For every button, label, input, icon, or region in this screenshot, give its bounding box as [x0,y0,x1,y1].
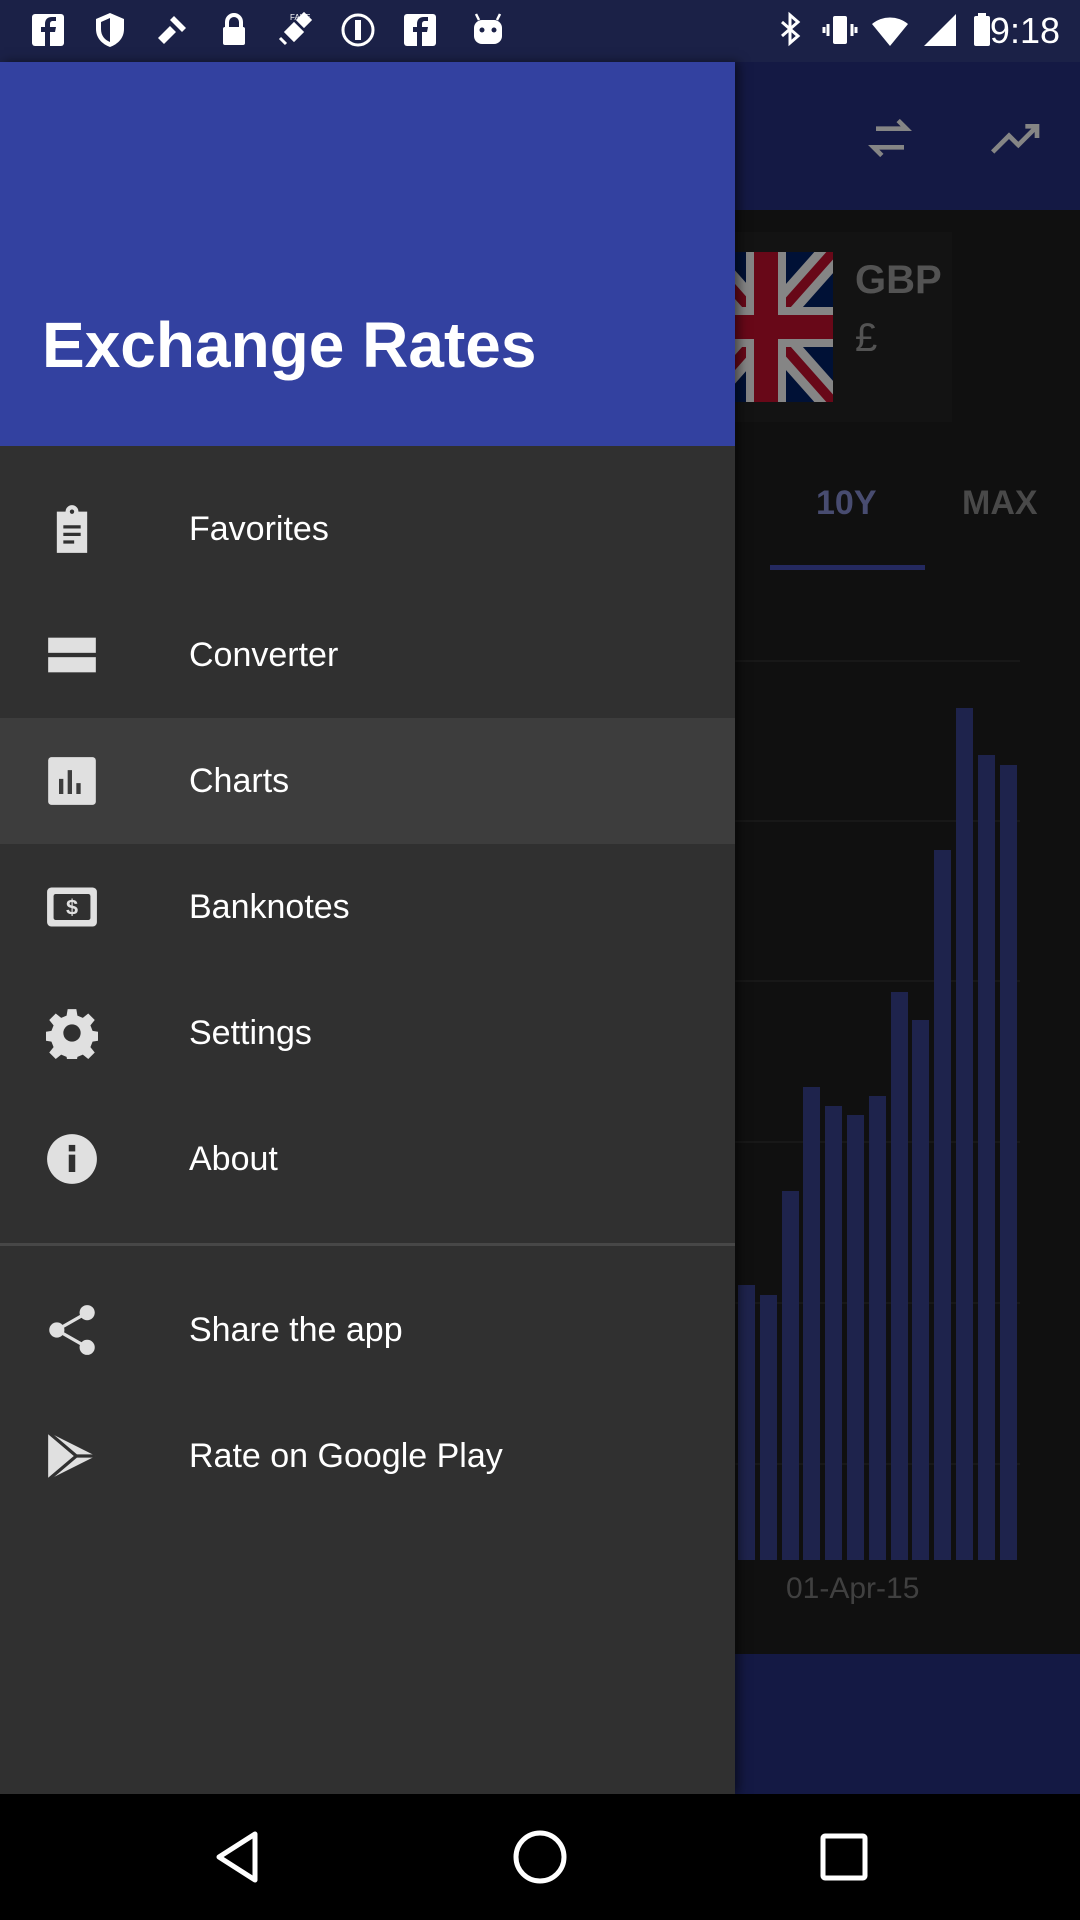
wifi-icon [872,17,908,46]
drawer-header: Exchange Rates [0,62,735,446]
svg-text:$: $ [66,895,78,920]
menu-item-label: About [189,1140,278,1178]
menu-item-label: Settings [189,1014,312,1052]
share-icon [49,1305,95,1355]
menu-item-favorites[interactable]: Favorites [0,466,735,592]
tool-icon [158,16,186,44]
status-time: 9:18 [989,10,1060,51]
signal-icon [924,14,956,46]
menu-item-share[interactable]: Share the app [0,1267,735,1393]
menu-item-converter[interactable]: Converter [0,592,735,718]
satellite-fake-gps-icon: FAKE [278,11,313,46]
clipboard-icon [56,505,88,553]
menu-item-label: Charts [189,762,290,800]
menu-item-rate[interactable]: Rate on Google Play [0,1393,735,1519]
menu-item-banknotes[interactable]: $ Banknotes [0,844,735,970]
menu-item-label: Converter [189,636,339,674]
menu-item-charts[interactable]: Charts [0,718,735,844]
home-icon[interactable] [495,1812,585,1902]
vibrate-icon [822,16,858,44]
status-bar: FAKE 9:18 [0,0,1080,62]
shield-icon [96,13,124,47]
bar-chart-icon [48,757,96,805]
back-icon[interactable] [193,1812,283,1902]
navigation-drawer: Exchange Rates Favorites Converter Chart… [0,62,735,1794]
play-store-icon [47,1430,96,1482]
record-icon [341,13,375,47]
lock-icon [223,13,245,45]
bluetooth-icon [781,11,801,47]
recents-icon[interactable] [799,1812,889,1902]
svg-text:FAKE: FAKE [290,13,310,22]
menu-item-label: Share the app [189,1311,403,1349]
info-icon [47,1134,97,1184]
gear-icon [46,1009,98,1059]
drawer-divider [0,1243,735,1246]
menu-item-label: Favorites [189,510,329,548]
android-icon [474,13,502,44]
drawer-title: Exchange Rates [42,309,537,381]
converter-icon [48,637,96,673]
system-navigation-bar [0,1794,1080,1920]
menu-item-label: Rate on Google Play [189,1437,503,1475]
facebook-icon [32,14,64,46]
menu-item-settings[interactable]: Settings [0,970,735,1096]
facebook-icon [404,14,436,46]
banknote-icon: $ [47,887,97,927]
menu-item-label: Banknotes [189,888,350,926]
menu-item-about[interactable]: About [0,1096,735,1222]
